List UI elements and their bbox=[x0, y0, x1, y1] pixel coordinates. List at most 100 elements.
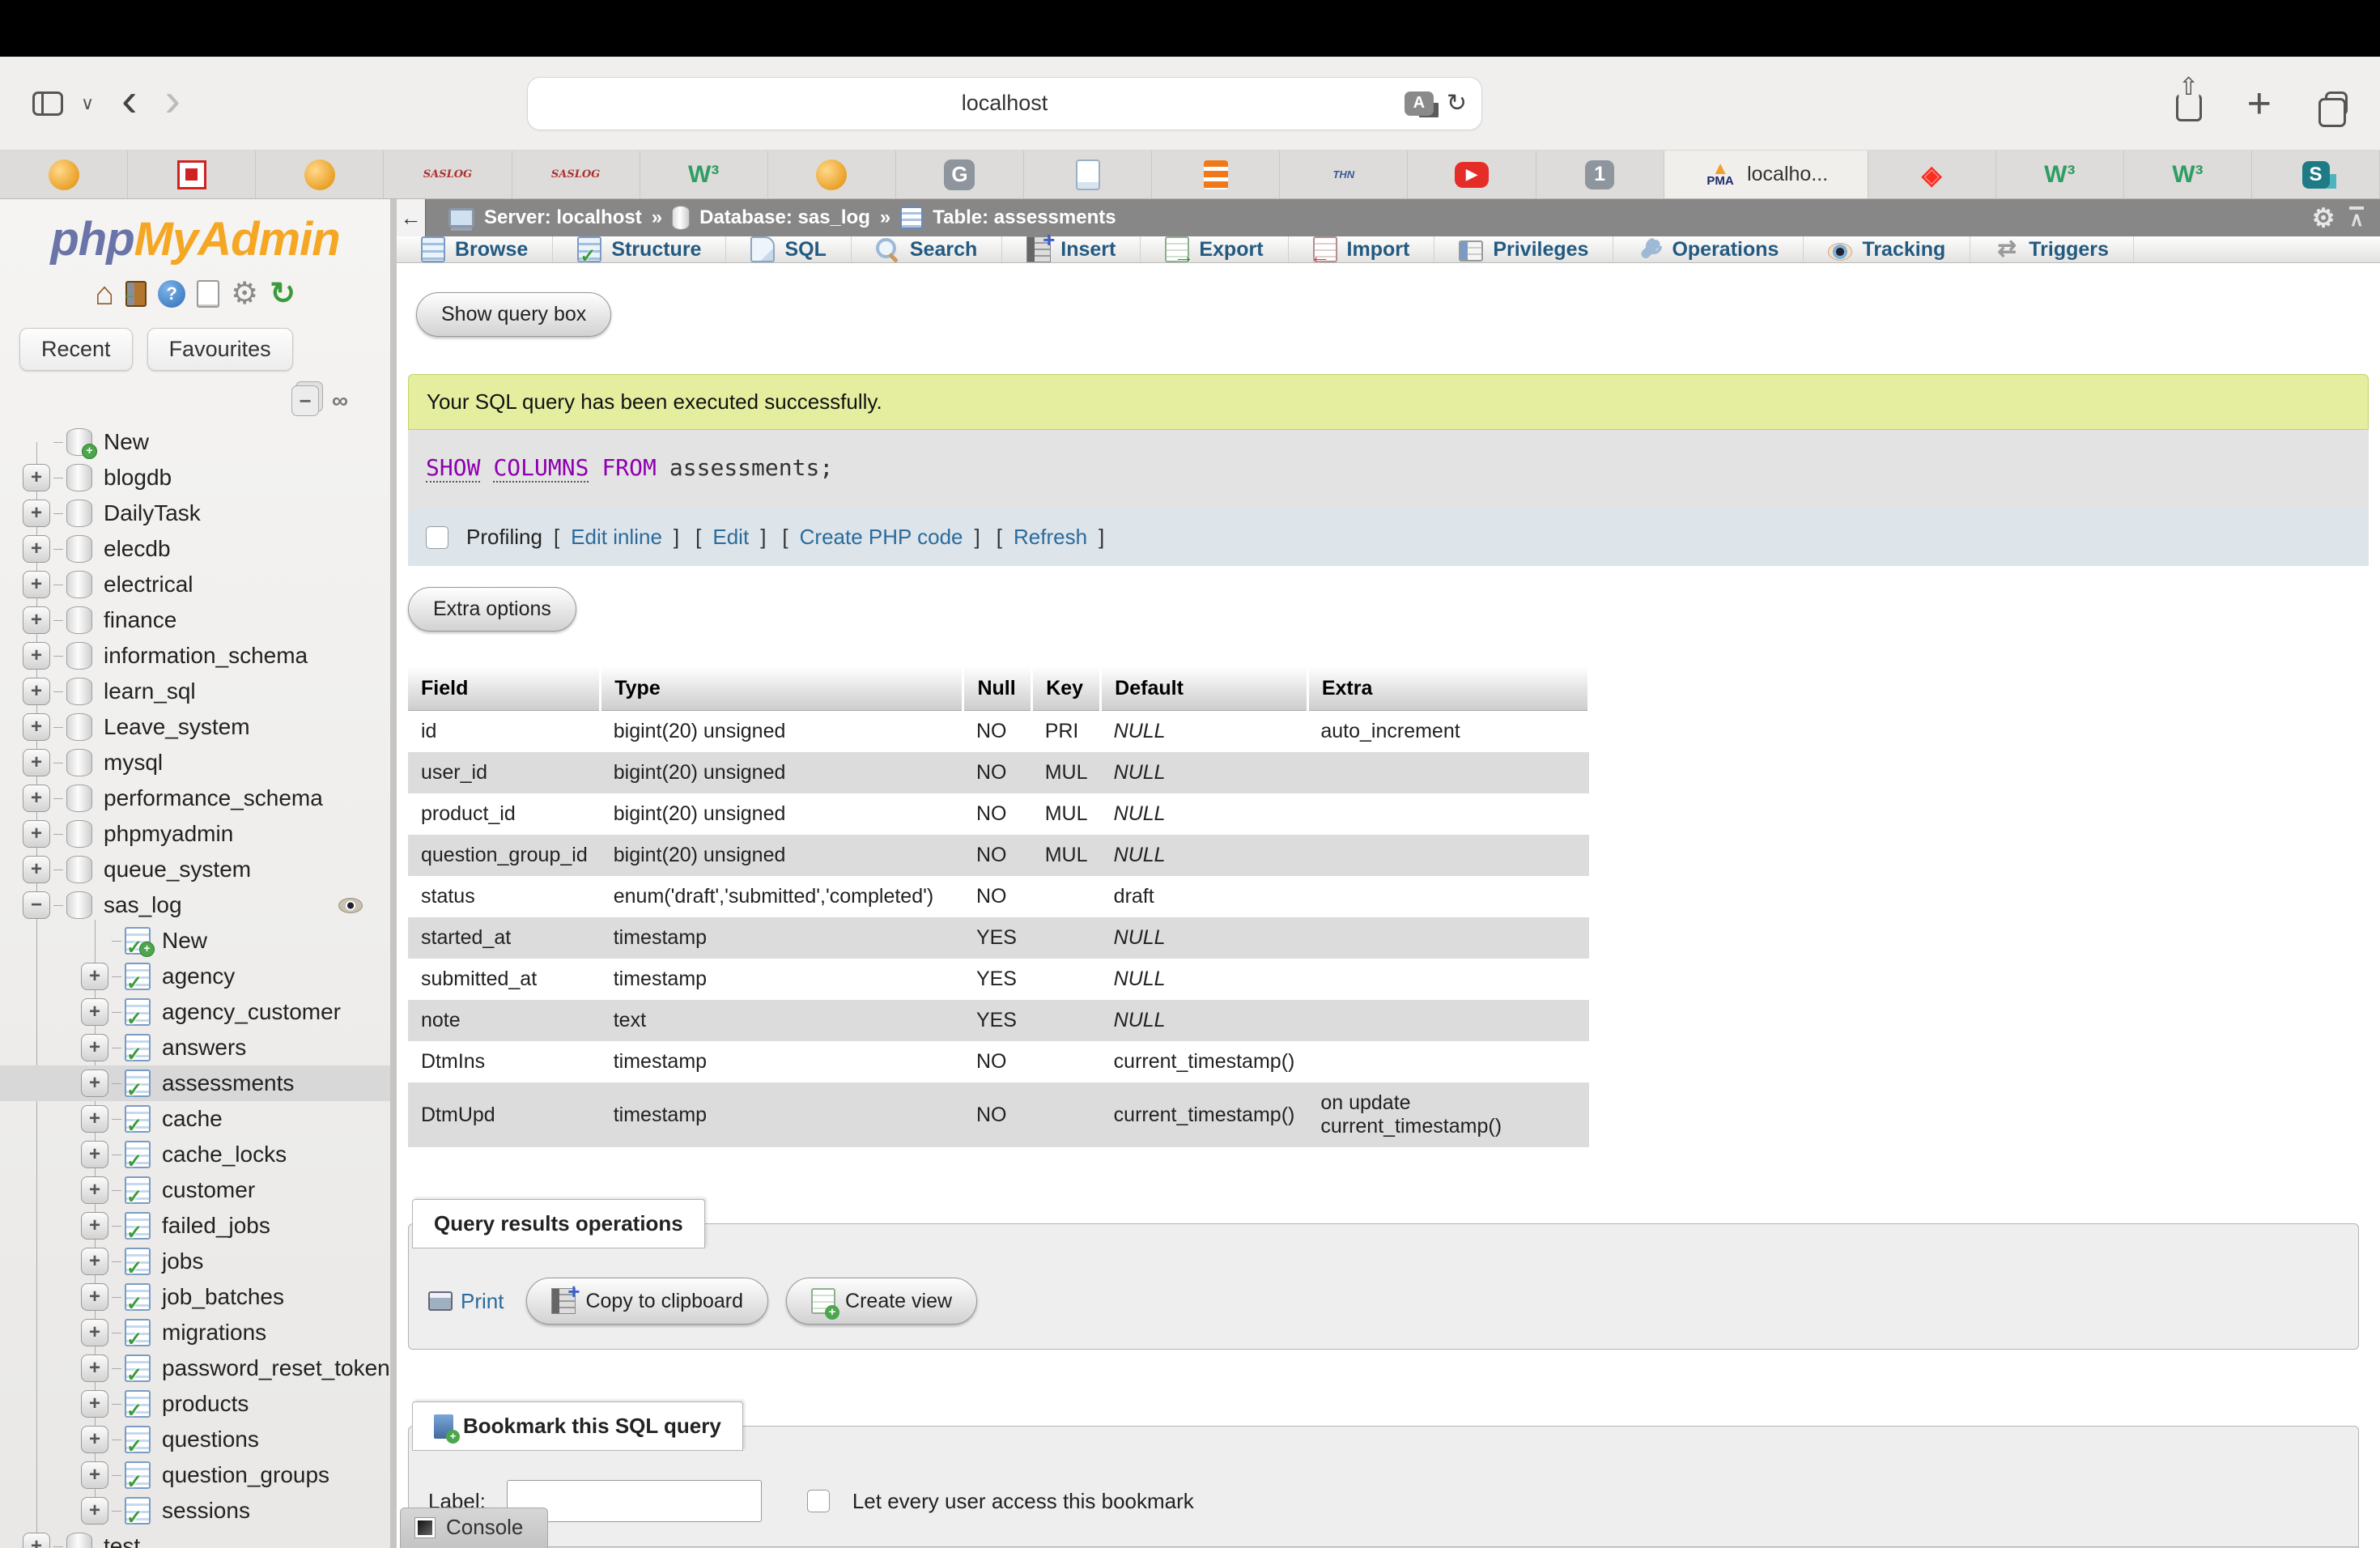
tree-item-cache[interactable]: +cache bbox=[0, 1101, 390, 1137]
tree-item-password_reset_tokens[interactable]: +password_reset_tokens bbox=[0, 1350, 390, 1386]
expander-icon[interactable]: + bbox=[81, 1354, 108, 1382]
expander-icon[interactable]: + bbox=[23, 678, 50, 705]
profiling-link-edit[interactable]: Edit bbox=[712, 525, 749, 550]
show-query-box-button[interactable]: Show query box bbox=[416, 292, 611, 337]
tree-item-test[interactable]: +test bbox=[0, 1529, 390, 1548]
tree-item-migrations[interactable]: +migrations bbox=[0, 1315, 390, 1350]
browser-tab-active[interactable]: PMAlocalho... bbox=[1664, 151, 1868, 198]
settings-icon[interactable]: ⚙ bbox=[231, 279, 258, 309]
docs-icon[interactable] bbox=[197, 280, 219, 308]
expander-icon[interactable]: + bbox=[81, 1176, 108, 1204]
expander-icon[interactable]: + bbox=[23, 1533, 50, 1548]
tab-insert[interactable]: Insert bbox=[1002, 236, 1141, 262]
tree-item-phpmyadmin[interactable]: +phpmyadmin bbox=[0, 816, 390, 852]
expander-icon[interactable]: + bbox=[81, 998, 108, 1026]
expander-icon[interactable]: + bbox=[81, 1248, 108, 1275]
expander-icon[interactable]: + bbox=[81, 1390, 108, 1418]
logout-icon[interactable] bbox=[125, 281, 147, 307]
tree-item-performance_schema[interactable]: +performance_schema bbox=[0, 780, 390, 816]
tab-import[interactable]: Import bbox=[1289, 236, 1435, 262]
profiling-link-refresh[interactable]: Refresh bbox=[1014, 525, 1087, 550]
expander-icon[interactable]: + bbox=[23, 535, 50, 563]
expander-icon[interactable]: + bbox=[81, 1283, 108, 1311]
address-bar[interactable]: localhost A ↻ bbox=[527, 77, 1482, 130]
profiling-link-create-php-code[interactable]: Create PHP code bbox=[800, 525, 963, 550]
copy-to-clipboard-button[interactable]: Copy to clipboard bbox=[526, 1278, 768, 1325]
tree-item-mysql[interactable]: +mysql bbox=[0, 745, 390, 780]
tree-item-cache_locks[interactable]: +cache_locks bbox=[0, 1137, 390, 1172]
expander-icon[interactable]: + bbox=[23, 500, 50, 527]
expander-icon[interactable]: + bbox=[23, 571, 50, 598]
browser-tab[interactable]: W³ bbox=[1996, 151, 2124, 198]
tab-sql[interactable]: SQL bbox=[726, 236, 851, 262]
tab-search[interactable]: Search bbox=[852, 236, 1002, 262]
browser-tab[interactable] bbox=[1152, 151, 1280, 198]
browser-tab[interactable]: G bbox=[896, 151, 1024, 198]
tree-item-failed_jobs[interactable]: +failed_jobs bbox=[0, 1208, 390, 1244]
tab-overview-icon[interactable] bbox=[2325, 91, 2348, 116]
tree-item-question_groups[interactable]: +question_groups bbox=[0, 1457, 390, 1493]
help-icon[interactable]: ? bbox=[158, 280, 185, 308]
favourites-button[interactable]: Favourites bbox=[147, 328, 293, 371]
forward-button[interactable]: › bbox=[164, 77, 180, 130]
new-tab-button[interactable]: + bbox=[2247, 83, 2272, 125]
browser-tab[interactable] bbox=[256, 151, 384, 198]
tree-item-new[interactable]: New bbox=[0, 424, 390, 460]
sidebar-toggle-icon[interactable] bbox=[32, 91, 63, 116]
tree-item-answers[interactable]: +answers bbox=[0, 1030, 390, 1065]
extra-options-button[interactable]: Extra options bbox=[408, 587, 576, 632]
nav-back-icon[interactable]: ← bbox=[397, 199, 426, 236]
tree-item-assessments[interactable]: +assessments bbox=[0, 1065, 390, 1101]
tree-item-information_schema[interactable]: +information_schema bbox=[0, 638, 390, 674]
profiling-checkbox[interactable] bbox=[426, 526, 448, 549]
back-button[interactable]: ‹ bbox=[121, 77, 137, 130]
expander-icon[interactable]: + bbox=[81, 1070, 108, 1097]
print-link[interactable]: Print bbox=[428, 1289, 504, 1314]
expander-icon[interactable]: + bbox=[23, 642, 50, 670]
tree-item-sessions[interactable]: +sessions bbox=[0, 1493, 390, 1529]
expander-icon[interactable]: + bbox=[81, 963, 108, 990]
tree-item-dailytask[interactable]: +DailyTask bbox=[0, 495, 390, 531]
tab-triggers[interactable]: ⇄Triggers bbox=[1970, 236, 2134, 262]
reload-icon[interactable]: ↻ bbox=[1447, 89, 1467, 117]
translate-icon[interactable]: A bbox=[1405, 91, 1434, 116]
browser-tab[interactable]: W³ bbox=[2124, 151, 2252, 198]
expander-icon[interactable]: + bbox=[81, 1461, 108, 1489]
tree-item-finance[interactable]: +finance bbox=[0, 602, 390, 638]
tab-structure[interactable]: Structure bbox=[553, 236, 726, 262]
browser-tab[interactable] bbox=[1024, 151, 1152, 198]
breadcrumb-table[interactable]: Table: assessments bbox=[933, 206, 1116, 229]
breadcrumb-database[interactable]: Database: sas_log bbox=[699, 206, 870, 229]
bookmark-share-checkbox[interactable] bbox=[807, 1490, 830, 1512]
browser-tab[interactable]: SASLOG bbox=[512, 151, 640, 198]
recent-button[interactable]: Recent bbox=[19, 328, 133, 371]
browser-tab[interactable] bbox=[128, 151, 256, 198]
tab-privileges[interactable]: Privileges bbox=[1434, 236, 1613, 262]
profiling-link-edit-inline[interactable]: Edit inline bbox=[571, 525, 662, 550]
expander-icon[interactable]: + bbox=[81, 1105, 108, 1133]
expander-icon[interactable]: + bbox=[81, 1497, 108, 1525]
tab-operations[interactable]: Operations bbox=[1613, 236, 1804, 262]
eye-icon[interactable] bbox=[338, 898, 363, 913]
expander-icon[interactable]: − bbox=[23, 891, 50, 919]
expander-icon[interactable]: + bbox=[23, 820, 50, 848]
chevron-down-icon[interactable]: ∨ bbox=[81, 93, 94, 114]
browser-tab[interactable]: ▶ bbox=[1408, 151, 1536, 198]
expander-icon[interactable]: + bbox=[81, 1212, 108, 1240]
share-icon[interactable] bbox=[2176, 94, 2202, 121]
tree-item-questions[interactable]: +questions bbox=[0, 1422, 390, 1457]
expander-icon[interactable]: + bbox=[23, 785, 50, 812]
collapse-panel-icon[interactable]: ∧ bbox=[2349, 206, 2364, 230]
browser-tab[interactable] bbox=[0, 151, 128, 198]
expander-icon[interactable]: + bbox=[23, 606, 50, 634]
tree-item-queue_system[interactable]: +queue_system bbox=[0, 852, 390, 887]
link-icon[interactable]: ∞ bbox=[332, 388, 345, 414]
tab-browse[interactable]: Browse bbox=[397, 236, 553, 262]
tab-export[interactable]: Export bbox=[1141, 236, 1288, 262]
breadcrumb-server[interactable]: Server: localhost bbox=[484, 206, 642, 229]
tree-item-job_batches[interactable]: +job_batches bbox=[0, 1279, 390, 1315]
browser-tab[interactable] bbox=[768, 151, 896, 198]
expander-icon[interactable]: + bbox=[23, 713, 50, 741]
expander-icon[interactable]: + bbox=[81, 1426, 108, 1453]
tree-item-leave_system[interactable]: +Leave_system bbox=[0, 709, 390, 745]
